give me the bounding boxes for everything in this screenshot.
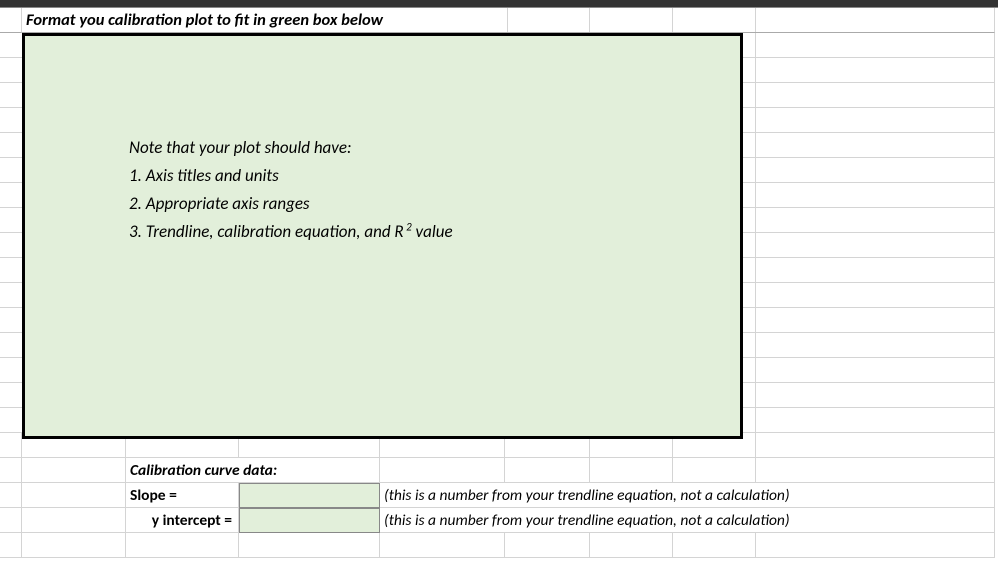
yint-desc-cell[interactable]: (this is a number from your trendline eq… <box>380 508 995 533</box>
rowhead[interactable] <box>0 183 22 208</box>
rowhead[interactable] <box>0 133 22 158</box>
rowhead[interactable] <box>0 33 22 58</box>
calibration-plot-box[interactable]: Note that your plot should have: 1. Axis… <box>22 33 743 439</box>
rowhead[interactable] <box>0 358 22 383</box>
cell[interactable] <box>22 483 126 508</box>
rowhead[interactable] <box>0 458 22 483</box>
rowhead[interactable] <box>0 483 22 508</box>
header-text: Format you calibration plot to fit in gr… <box>26 10 383 30</box>
cell[interactable] <box>22 458 126 483</box>
rowhead[interactable] <box>0 108 22 133</box>
note-item-1: 1. Axis titles and units <box>129 162 453 190</box>
right-cells[interactable] <box>505 458 995 483</box>
rowhead[interactable] <box>0 333 22 358</box>
rowhead[interactable] <box>0 408 22 433</box>
note-title: Note that your plot should have: <box>129 134 453 162</box>
rowhead[interactable] <box>0 508 22 533</box>
rowhead[interactable] <box>0 308 22 333</box>
rowhead[interactable] <box>0 208 22 233</box>
rowhead[interactable] <box>0 58 22 83</box>
rowhead[interactable] <box>0 233 22 258</box>
rowhead[interactable] <box>0 383 22 408</box>
plot-requirements-note: Note that your plot should have: 1. Axis… <box>129 134 453 246</box>
slope-input-cell[interactable] <box>239 483 380 508</box>
cell[interactable] <box>380 533 505 558</box>
rowhead[interactable] <box>0 158 22 183</box>
calibration-heading: Calibration curve data: <box>130 461 277 480</box>
rowhead[interactable] <box>0 83 22 108</box>
cell[interactable] <box>239 533 380 558</box>
slope-label: Slope = <box>130 486 177 505</box>
cell[interactable] <box>22 533 126 558</box>
slope-desc: (this is a number from your trendline eq… <box>384 486 790 505</box>
right-cells[interactable] <box>505 533 995 558</box>
rowhead[interactable] <box>0 283 22 308</box>
rowhead[interactable] <box>0 433 22 458</box>
note-item-3: 3. Trendline, calibration equation, and … <box>129 218 453 246</box>
rowhead[interactable] <box>0 533 22 558</box>
yint-desc: (this is a number from your trendline eq… <box>384 511 790 530</box>
header-instruction-cell[interactable]: Format you calibration plot to fit in gr… <box>22 8 505 33</box>
yint-input-cell[interactable] <box>239 508 380 533</box>
note-item-2: 2. Appropriate axis ranges <box>129 190 453 218</box>
cell[interactable] <box>380 458 505 483</box>
yint-label-cell[interactable]: y intercept = <box>126 508 239 533</box>
cell[interactable] <box>22 508 126 533</box>
header-right-area[interactable] <box>505 8 995 33</box>
rowhead[interactable] <box>0 258 22 283</box>
window-top-chrome <box>0 0 998 8</box>
cell[interactable] <box>126 533 239 558</box>
spreadsheet-grid[interactable]: Format you calibration plot to fit in gr… <box>0 8 998 558</box>
yint-label: y intercept = <box>152 511 232 530</box>
slope-label-cell[interactable]: Slope = <box>126 483 239 508</box>
slope-desc-cell[interactable]: (this is a number from your trendline eq… <box>380 483 995 508</box>
calibration-heading-cell[interactable]: Calibration curve data: <box>126 458 380 483</box>
row-head[interactable] <box>0 8 22 33</box>
